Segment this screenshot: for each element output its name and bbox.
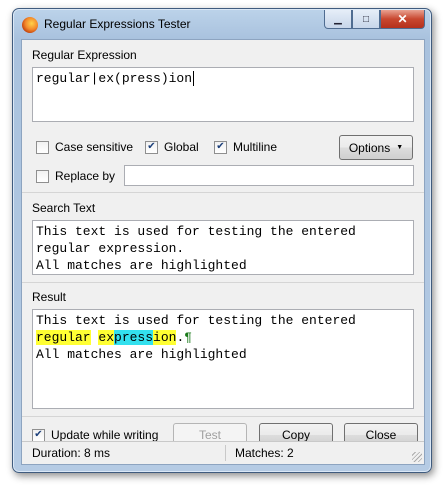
divider (22, 416, 424, 417)
minimize-icon: ▁ (334, 13, 342, 25)
group-highlight: press (114, 330, 154, 345)
regex-value: regular|ex(press)ion (36, 71, 193, 86)
pilcrow-icon: ¶ (184, 330, 193, 345)
status-divider (225, 445, 226, 461)
multiline-label: Multiline (233, 140, 278, 154)
resize-grip-icon[interactable] (412, 452, 422, 462)
global-checkbox[interactable]: ✔ Global (145, 140, 199, 154)
regex-input[interactable]: regular|ex(press)ion (32, 67, 414, 122)
check-icon: ✔ (32, 428, 45, 442)
title-bar[interactable]: Regular Expressions Tester ▁ □ ✕ (13, 9, 431, 39)
search-text-line: This text is used for testing the entere… (36, 224, 356, 239)
test-button-label: Test (198, 428, 221, 442)
close-icon: ✕ (397, 12, 408, 26)
replace-by-checkbox[interactable]: Replace by (36, 169, 115, 183)
maximize-icon: □ (362, 13, 370, 25)
regex-tester-window: Regular Expressions Tester ▁ □ ✕ Regular… (12, 8, 432, 473)
search-text-line: All matches are highlighted (36, 258, 247, 273)
status-bar: Duration: 8 ms Matches: 2 (22, 441, 424, 464)
result-line: This text is used for testing the entere… (36, 313, 356, 328)
check-icon: ✔ (145, 140, 158, 154)
checkbox-box (36, 140, 49, 154)
check-icon: ✔ (214, 140, 227, 154)
firefox-icon (22, 17, 38, 33)
global-label: Global (164, 140, 199, 154)
dialog-body: Regular Expression regular|ex(press)ion … (21, 39, 425, 465)
close-window-button[interactable]: ✕ (380, 10, 425, 29)
search-text-area[interactable]: This text is used for testing the entere… (32, 220, 414, 275)
matches-status: Matches: 2 (235, 446, 294, 460)
update-while-writing-checkbox[interactable]: ✔ Update while writing (32, 428, 158, 442)
case-sensitive-label: Case sensitive (55, 140, 134, 154)
divider (22, 192, 424, 193)
replace-by-input[interactable] (124, 165, 414, 186)
search-text-label: Search Text (32, 201, 96, 215)
maximize-button[interactable]: □ (352, 10, 380, 29)
checkbox-box (36, 169, 49, 183)
text-cursor (193, 71, 195, 86)
options-button-label: Options (348, 140, 391, 155)
match-highlight: ion (153, 330, 177, 345)
options-button[interactable]: Options ▼ (339, 135, 413, 160)
case-sensitive-checkbox[interactable]: Case sensitive (36, 140, 133, 154)
multiline-checkbox[interactable]: ✔ Multiline (214, 140, 277, 154)
result-label: Result (32, 290, 67, 304)
regex-label: Regular Expression (32, 48, 137, 62)
match-highlight: regular (36, 330, 91, 345)
result-line: All matches are highlighted (36, 347, 247, 362)
window-title: Regular Expressions Tester (44, 17, 191, 31)
minimize-button[interactable]: ▁ (324, 10, 352, 29)
copy-button-label: Copy (281, 428, 310, 442)
match-highlight: ex (98, 330, 115, 345)
duration-status: Duration: 8 ms (32, 446, 111, 460)
update-while-writing-label: Update while writing (51, 428, 159, 442)
search-text-line: regular expression. (36, 241, 185, 256)
result-area[interactable]: This text is used for testing the entere… (32, 309, 414, 409)
close-button-label: Close (365, 428, 397, 442)
window-controls: ▁ □ ✕ (324, 10, 425, 29)
divider (22, 282, 424, 283)
result-line-matches: regular expression.¶ (36, 329, 410, 346)
dropdown-arrow-icon: ▼ (396, 144, 404, 151)
replace-by-label: Replace by (55, 169, 116, 183)
